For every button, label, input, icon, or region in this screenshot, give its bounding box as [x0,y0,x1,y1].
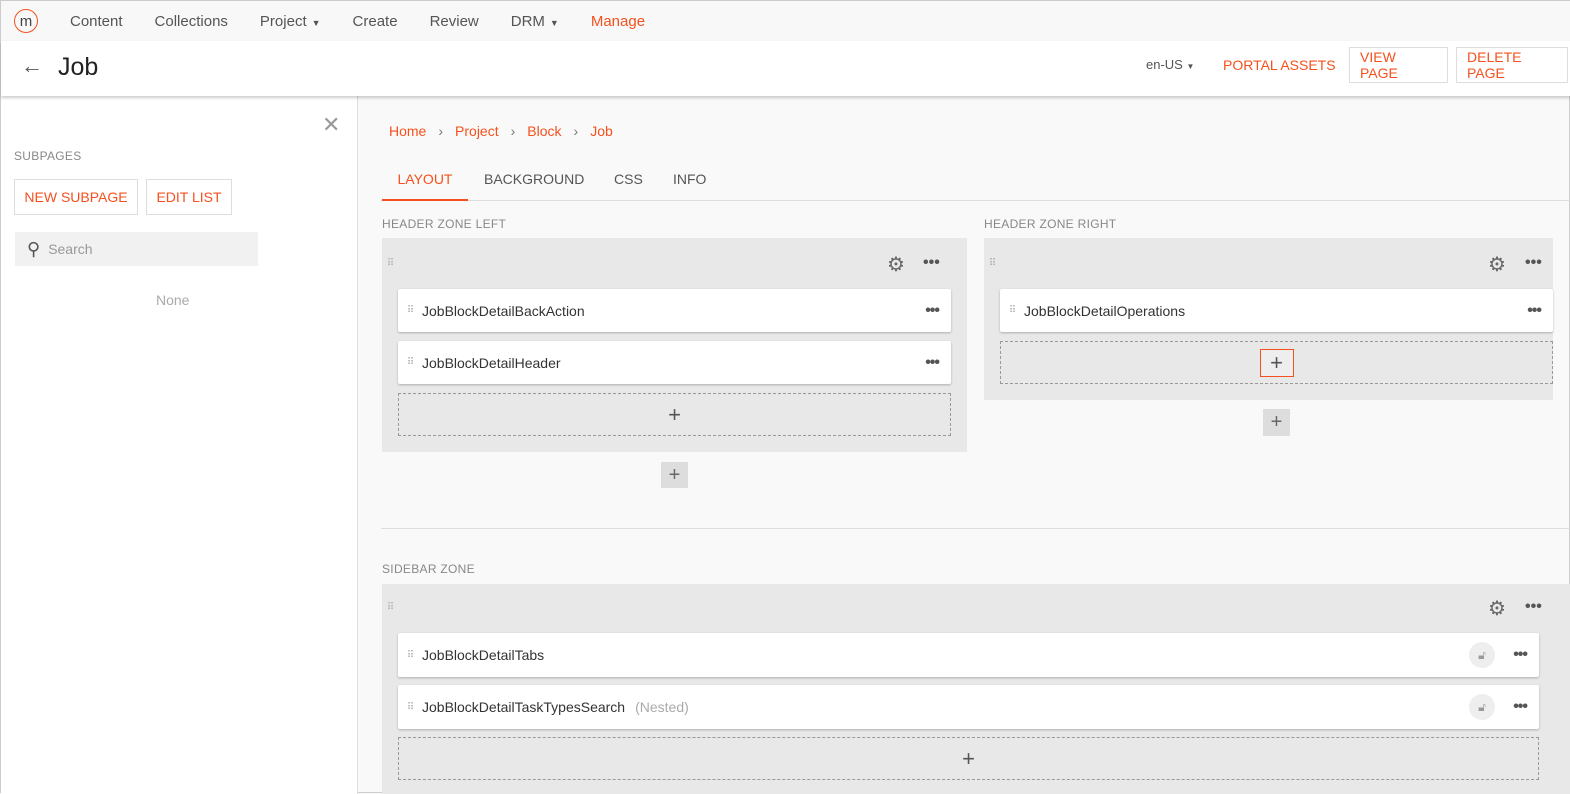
component-item[interactable]: ⠿ JobBlockDetailTabs 🔓︎ ••• [398,633,1539,677]
breadcrumb-project[interactable]: Project [455,123,499,139]
drag-handle-icon[interactable]: ⠿ [398,357,422,368]
logo[interactable]: m [14,9,38,33]
component-item[interactable]: ⠿ JobBlockDetailHeader ••• [398,341,951,384]
more-icon[interactable]: ••• [1513,698,1528,716]
sidebar-zone: ⠿ ⚙ ••• ⠿ JobBlockDetailTabs 🔓︎ ••• ⠿ Jo… [382,584,1570,794]
more-icon[interactable]: ••• [1525,254,1542,272]
more-icon[interactable]: ••• [1525,598,1542,616]
component-name: JobBlockDetailBackAction [422,302,585,319]
tab-background[interactable]: BACKGROUND [484,171,584,201]
header-zone-left: ⠿ ⚙ ••• ⠿ JobBlockDetailBackAction ••• ⠿… [382,238,967,452]
chevron-right-icon: › [438,123,444,139]
caret-down-icon: ▼ [549,17,559,28]
header-zone-right: ⠿ ⚙ ••• ⠿ JobBlockDetailOperations ••• + [984,238,1553,400]
gear-icon[interactable]: ⚙ [1488,596,1506,621]
caret-down-icon: ▼ [311,17,321,28]
empty-text: None [156,292,190,308]
view-page-button[interactable]: VIEW PAGE [1349,47,1448,83]
add-component-button[interactable]: + [398,737,1539,780]
drag-handle-icon[interactable]: ⠿ [378,258,402,269]
more-icon[interactable]: ••• [925,354,940,372]
nav-project[interactable]: Project ▼ [260,13,321,30]
gear-icon[interactable]: ⚙ [1488,252,1506,277]
more-icon[interactable]: ••• [925,302,940,320]
lang-value: en-US [1146,57,1183,72]
add-zone-button[interactable]: + [1263,409,1290,436]
breadcrumb-job[interactable]: Job [590,123,613,139]
close-icon[interactable]: ✕ [322,112,340,138]
portal-assets-button[interactable]: PORTAL ASSETS [1213,47,1346,83]
chevron-right-icon: › [510,123,516,139]
drag-handle-icon[interactable]: ⠿ [398,305,422,316]
search-input[interactable]: ⚲ Search [15,232,258,266]
nav-drm[interactable]: DRM ▼ [511,13,559,30]
more-icon[interactable]: ••• [1527,302,1542,320]
drag-handle-icon[interactable]: ⠿ [378,602,402,613]
unlock-icon[interactable]: 🔓︎ [1469,694,1495,720]
drag-handle-icon[interactable]: ⠿ [980,258,1004,269]
more-icon[interactable]: ••• [1513,646,1528,664]
drag-handle-icon[interactable]: ⠿ [1000,305,1024,316]
add-component-button[interactable]: + [398,393,951,436]
component-item[interactable]: ⠿ JobBlockDetailBackAction ••• [398,289,951,332]
drag-handle-icon[interactable]: ⠿ [398,650,422,661]
language-select[interactable]: en-US ▼ [1146,57,1194,72]
zone-label: SIDEBAR ZONE [382,562,475,576]
tab-css[interactable]: CSS [614,171,643,201]
drag-handle-icon[interactable]: ⠿ [398,702,422,713]
tab-info[interactable]: INFO [673,171,706,201]
breadcrumb-block[interactable]: Block [527,123,561,139]
component-item[interactable]: ⠿ JobBlockDetailTaskTypesSearch (Nested)… [398,685,1539,729]
nav-collections[interactable]: Collections [155,13,228,30]
edit-list-button[interactable]: EDIT LIST [146,179,232,215]
subpages-panel: ✕ SUBPAGES NEW SUBPAGE EDIT LIST ⚲ Searc… [1,96,358,794]
component-name: JobBlockDetailTabs [422,647,545,663]
breadcrumb-home[interactable]: Home [389,123,426,139]
unlock-icon[interactable]: 🔓︎ [1469,642,1495,668]
page-header: ← Job en-US ▼ PORTAL ASSETS VIEW PAGE DE… [1,41,1570,96]
gear-icon[interactable]: ⚙ [887,252,905,277]
new-subpage-button[interactable]: NEW SUBPAGE [14,179,138,215]
add-zone-button[interactable]: + [661,462,688,488]
nav-create[interactable]: Create [353,13,398,30]
top-nav: m Content Collections Project ▼ Create Re… [1,1,1570,41]
component-item[interactable]: ⠿ JobBlockDetailOperations ••• [1000,289,1553,332]
nav-manage[interactable]: Manage [591,13,645,30]
add-component-area: + [1000,341,1553,384]
component-name: JobBlockDetailTaskTypesSearch [422,699,626,715]
divider [381,528,1570,529]
subpages-label: SUBPAGES [14,149,82,163]
search-placeholder: Search [48,241,93,257]
tab-layout[interactable]: LAYOUT [382,171,468,201]
page-title: Job [58,53,99,81]
search-icon: ⚲ [27,238,41,259]
component-name: JobBlockDetailOperations [1024,302,1186,319]
caret-down-icon: ▼ [1186,62,1195,71]
zone-label: HEADER ZONE LEFT [382,217,507,231]
back-arrow-icon[interactable]: ← [21,53,43,79]
breadcrumb: Home › Project › Block › Job [389,123,613,139]
component-name: JobBlockDetailHeader [422,354,561,371]
chevron-right-icon: › [573,123,579,139]
nav-label: Project [259,12,307,30]
add-component-button[interactable]: + [1259,348,1294,377]
nested-tag: (Nested) [635,699,689,715]
more-icon[interactable]: ••• [923,254,940,272]
nav-review[interactable]: Review [430,13,479,30]
nav-content[interactable]: Content [70,13,123,30]
delete-page-button[interactable]: DELETE PAGE [1456,47,1568,83]
zone-label: HEADER ZONE RIGHT [984,217,1117,231]
nav-label: DRM [510,12,545,30]
